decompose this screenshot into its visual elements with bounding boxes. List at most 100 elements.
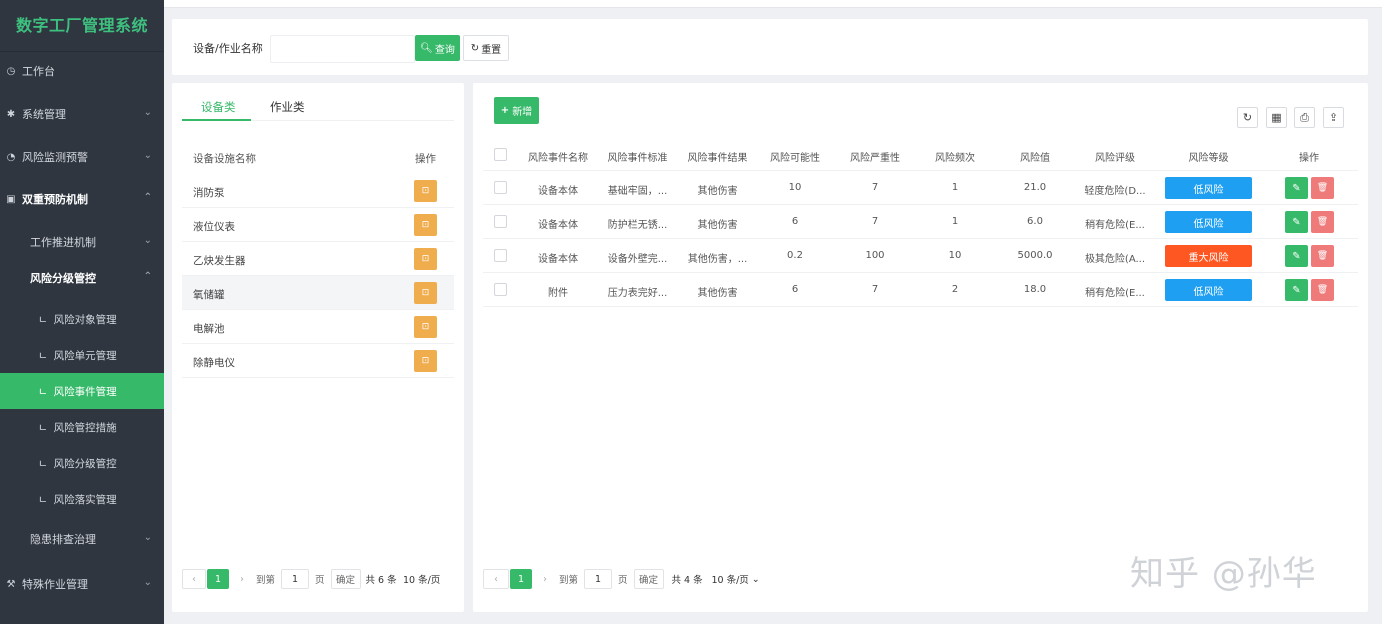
table-row: 设备本体 设备外壁完... 其他伤害，... 0.2 100 10 5000.0… [483, 239, 1358, 273]
view-button[interactable]: ⊡ [414, 350, 437, 372]
page-number[interactable]: 1 [207, 569, 229, 589]
delete-icon[interactable]: 🗑︎ [1311, 245, 1334, 267]
alarm-icon: ◔ [6, 151, 16, 163]
refresh-icon[interactable]: ↻ [1237, 107, 1258, 128]
reset-button[interactable]: ↻ 重置 [463, 35, 509, 61]
page-size-value: 10 条/页 [711, 575, 749, 586]
delete-icon[interactable]: 🗑︎ [1311, 211, 1334, 233]
sidebar-item-special-work[interactable]: ⚒ 特殊作业管理 ⌄ [0, 566, 164, 602]
query-button-label: 查询 [434, 44, 455, 56]
view-button[interactable]: ⊡ [414, 282, 437, 304]
edit-icon[interactable]: ✎ [1285, 245, 1308, 267]
edit-icon[interactable]: ✎ [1285, 279, 1308, 301]
prev-page-icon[interactable]: ‹ [182, 569, 206, 589]
search-input[interactable] [270, 35, 415, 63]
list-item[interactable]: 消防泵 ⊡ [182, 174, 454, 208]
cell-event-name: 设备本体 [538, 254, 578, 265]
tab-equipment[interactable]: 设备类 [201, 99, 236, 115]
cell-event-standard: 基础牢固，... [607, 186, 668, 197]
page-size-select[interactable]: 10 条/页 ⌄ [706, 569, 765, 589]
confirm-button[interactable]: 确定 [633, 569, 664, 589]
print-icon[interactable]: ⎙ [1294, 107, 1315, 128]
cell-risk-rating: 轻度危险(D... [1084, 186, 1146, 197]
row-checkbox[interactable] [494, 283, 507, 296]
sidebar-item-dual-prevention[interactable]: ▣ 双重预防机制 ⌃ [0, 181, 164, 217]
next-page-icon[interactable]: › [533, 569, 557, 589]
list-item[interactable]: 氧储罐 ⊡ [182, 276, 454, 310]
next-page-icon[interactable]: › [230, 569, 254, 589]
page-unit: 页 [315, 575, 325, 586]
delete-icon[interactable]: 🗑︎ [1311, 279, 1334, 301]
col-frequency: 风险频次 [935, 153, 975, 164]
prev-page-icon[interactable]: ‹ [483, 569, 509, 589]
chevron-down-icon: ⌄ [751, 573, 760, 585]
goto-label: 到第 [559, 575, 579, 586]
refresh-icon: ↻ [470, 42, 480, 54]
total-count: 共 6 条 [365, 575, 397, 586]
edit-icon[interactable]: ✎ [1285, 211, 1308, 233]
col-operation: 操作 [1299, 153, 1319, 164]
sidebar-item-label: 风险落实管理 [53, 493, 117, 506]
export-icon[interactable]: ⇪ [1323, 107, 1344, 128]
table-row: 附件 压力表完好... 其他伤害 6 7 2 18.0 稍有危险(E... 低风… [483, 273, 1358, 307]
list-item[interactable]: 电解池 ⊡ [182, 310, 454, 344]
cell-event-name: 设备本体 [538, 220, 578, 231]
edit-icon[interactable]: ✎ [1285, 177, 1308, 199]
row-checkbox[interactable] [494, 181, 507, 194]
view-button[interactable]: ⊡ [414, 248, 437, 270]
sidebar-item-label: 风险对象管理 [53, 313, 117, 326]
chevron-down-icon: ⌄ [143, 107, 152, 118]
sidebar-item-label: 系统管理 [22, 108, 66, 121]
view-button[interactable]: ⊡ [414, 316, 437, 338]
col-event-name: 风险事件名称 [528, 153, 588, 164]
sidebar-item-risk-object[interactable]: ㄴ 风险对象管理 [0, 301, 164, 337]
cell-event-name: 附件 [548, 288, 568, 299]
page-number[interactable]: 1 [510, 569, 532, 589]
page-unit: 页 [618, 575, 628, 586]
sidebar-item-risk-monitor[interactable]: ◔ 风险监测预警 ⌄ [0, 139, 164, 175]
confirm-button[interactable]: 确定 [330, 569, 361, 589]
col-event-standard: 风险事件标准 [607, 153, 668, 164]
cell-risk-value: 5000.0 [1017, 250, 1053, 261]
col-risk-rating: 风险评级 [1095, 153, 1135, 164]
sidebar-item-risk-unit[interactable]: ㄴ 风险单元管理 [0, 337, 164, 373]
sidebar-item-label: 工作台 [22, 65, 55, 78]
risk-level-badge: 重大风险 [1165, 245, 1252, 267]
cell-event-result: 其他伤害 [697, 288, 738, 299]
chevron-up-icon: ⌃ [143, 271, 152, 282]
sidebar-item-hazard[interactable]: 隐患排查治理 ⌄ [0, 521, 164, 557]
row-checkbox[interactable] [494, 249, 507, 262]
sidebar-item-system[interactable]: ✱ 系统管理 ⌄ [0, 96, 164, 132]
sidebar-item-risk-grading[interactable]: 风险分级管控 ⌃ [0, 260, 164, 296]
cell-possibility: 6 [791, 284, 799, 295]
row-checkbox[interactable] [494, 215, 507, 228]
add-button[interactable]: + 新增 [494, 97, 539, 124]
cell-severity: 7 [871, 284, 879, 295]
sidebar-item-risk-implement[interactable]: ㄴ 风险落实管理 [0, 481, 164, 517]
list-item[interactable]: 液位仪表 ⊡ [182, 208, 454, 242]
col-severity: 风险严重性 [850, 153, 900, 164]
equipment-name: 电解池 [193, 323, 225, 335]
sidebar-item-risk-measures[interactable]: ㄴ 风险管控措施 [0, 409, 164, 445]
list-item[interactable]: 除静电仪 ⊡ [182, 344, 454, 378]
delete-icon[interactable]: 🗑︎ [1311, 177, 1334, 199]
sidebar-item-label: 风险管控措施 [53, 421, 117, 434]
sidebar-item-risk-grading-sub[interactable]: ㄴ 风险分级管控 [0, 445, 164, 481]
branch-icon: ㄴ [38, 313, 48, 326]
sidebar-item-risk-event[interactable]: ㄴ 风险事件管理 [0, 373, 164, 409]
sidebar: 数字工厂管理系统 ◷ 工作台 ✱ 系统管理 ⌄ ◔ 风险监测预警 ⌄ ▣ 双重预… [0, 0, 164, 624]
sidebar-item-work-promotion[interactable]: 工作推进机制 ⌄ [0, 224, 164, 260]
page-size-select[interactable]: 10 条/页 [400, 569, 443, 589]
select-all-checkbox[interactable] [494, 148, 507, 161]
columns-icon[interactable]: ▦ [1266, 107, 1287, 128]
equipment-name: 乙炔发生器 [193, 255, 246, 267]
goto-page-input[interactable]: 1 [584, 569, 613, 589]
tab-operation[interactable]: 作业类 [270, 99, 305, 115]
sidebar-item-workbench[interactable]: ◷ 工作台 [0, 53, 164, 89]
cell-event-result: 其他伤害 [697, 220, 738, 231]
goto-page-input[interactable]: 1 [281, 569, 310, 589]
query-button[interactable]: 🔍︎ 查询 [415, 35, 460, 61]
list-item[interactable]: 乙炔发生器 ⊡ [182, 242, 454, 276]
view-button[interactable]: ⊡ [414, 214, 437, 236]
view-button[interactable]: ⊡ [414, 180, 437, 202]
